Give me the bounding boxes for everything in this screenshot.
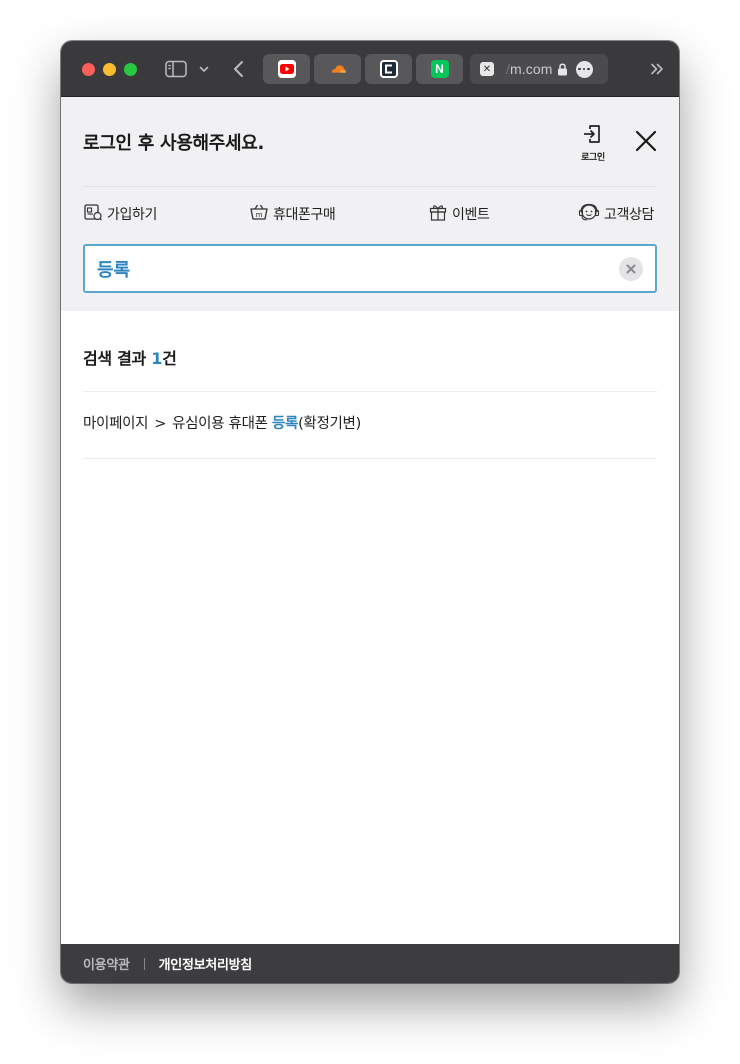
close-x-favicon: ✕ (480, 62, 494, 76)
clear-search-button[interactable] (619, 257, 643, 281)
header-divider (83, 186, 657, 187)
result-path-separator: > (154, 416, 167, 432)
zoom-window-button[interactable] (124, 63, 137, 76)
tab-youtube[interactable] (263, 54, 310, 84)
browser-toolbar: N ✕ /m.com (61, 41, 679, 97)
headset-icon (578, 202, 600, 226)
menu-header: 로그인 후 사용해주세요. 로그인 가입하기 m 휴대폰구매 이벤트 고객상담 … (61, 97, 679, 311)
cloudflare-icon (329, 60, 347, 78)
signup-card-icon (83, 202, 103, 226)
naver-icon: N (430, 60, 449, 78)
close-menu-button[interactable] (632, 127, 660, 155)
gift-icon (428, 202, 448, 226)
footer-separator (143, 957, 145, 970)
tab-c-app[interactable] (365, 54, 412, 84)
result-path-before: 유심이용 휴대폰 (172, 416, 272, 432)
c-app-icon (379, 60, 398, 78)
lock-icon (557, 62, 568, 76)
svg-text:m: m (256, 211, 263, 219)
address-bar[interactable]: /m.com (506, 61, 553, 77)
quick-menu-label: 이벤트 (452, 207, 490, 223)
quick-menu-label: 고객상담 (604, 207, 654, 223)
back-arrow-icon[interactable] (229, 58, 247, 80)
search-results: 검색 결과 1건 마이페이지 > 유심이용 휴대폰 등록(확정기변) (61, 311, 679, 944)
tab-cloudflare[interactable] (314, 54, 361, 84)
result-count-number: 1 (151, 349, 163, 368)
privacy-policy-link[interactable]: 개인정보처리방침 (159, 954, 253, 973)
result-divider (83, 391, 657, 392)
search-input[interactable] (97, 255, 597, 283)
quick-menu-signup[interactable]: 가입하기 (83, 203, 157, 225)
clear-icon (626, 264, 636, 274)
quick-menu-label: 휴대폰구매 (273, 207, 336, 223)
result-count: 검색 결과 1건 (83, 345, 177, 369)
quick-menu-event[interactable]: 이벤트 (428, 202, 490, 226)
result-count-suffix: 건 (162, 349, 177, 368)
page-menu-icon[interactable] (575, 60, 593, 78)
result-path-after: (확정기변) (298, 416, 361, 432)
quick-menu-label: 가입하기 (107, 207, 157, 223)
result-divider (83, 458, 657, 459)
tab-naver[interactable]: N (416, 54, 463, 84)
browser-window: N ✕ /m.com 로그인 후 사용해주세요. 로그인 가입하기 m 휴대폰구… (61, 41, 679, 983)
login-button-label: 로그인 (581, 153, 605, 163)
result-path-start: 마이페이지 (83, 416, 149, 432)
close-icon (635, 130, 657, 152)
tab-active-url[interactable]: ✕ /m.com (470, 54, 608, 84)
close-window-button[interactable] (82, 63, 95, 76)
basket-icon: m (249, 202, 269, 226)
login-button[interactable]: 로그인 (573, 123, 613, 163)
result-item[interactable]: 마이페이지 > 유심이용 휴대폰 등록(확정기변) (83, 412, 361, 433)
chevron-down-icon[interactable] (197, 61, 211, 77)
search-box (83, 244, 657, 293)
login-message: 로그인 후 사용해주세요. (83, 133, 265, 154)
double-chevron-right-icon[interactable] (647, 59, 667, 79)
quick-menu-phone-purchase[interactable]: m 휴대폰구매 (249, 202, 336, 226)
youtube-icon (277, 60, 296, 78)
login-arrow-icon (582, 123, 604, 149)
page-footer: 이용약관 개인정보처리방침 (61, 944, 679, 983)
minimize-window-button[interactable] (103, 63, 116, 76)
quick-menu-customer-service[interactable]: 고객상담 (578, 203, 654, 225)
result-count-prefix: 검색 결과 (83, 349, 152, 368)
terms-link[interactable]: 이용약관 (83, 954, 130, 973)
result-highlight: 등록 (271, 416, 299, 432)
sidebar-toggle-icon[interactable] (165, 59, 187, 79)
url-text: m.com (510, 61, 553, 77)
